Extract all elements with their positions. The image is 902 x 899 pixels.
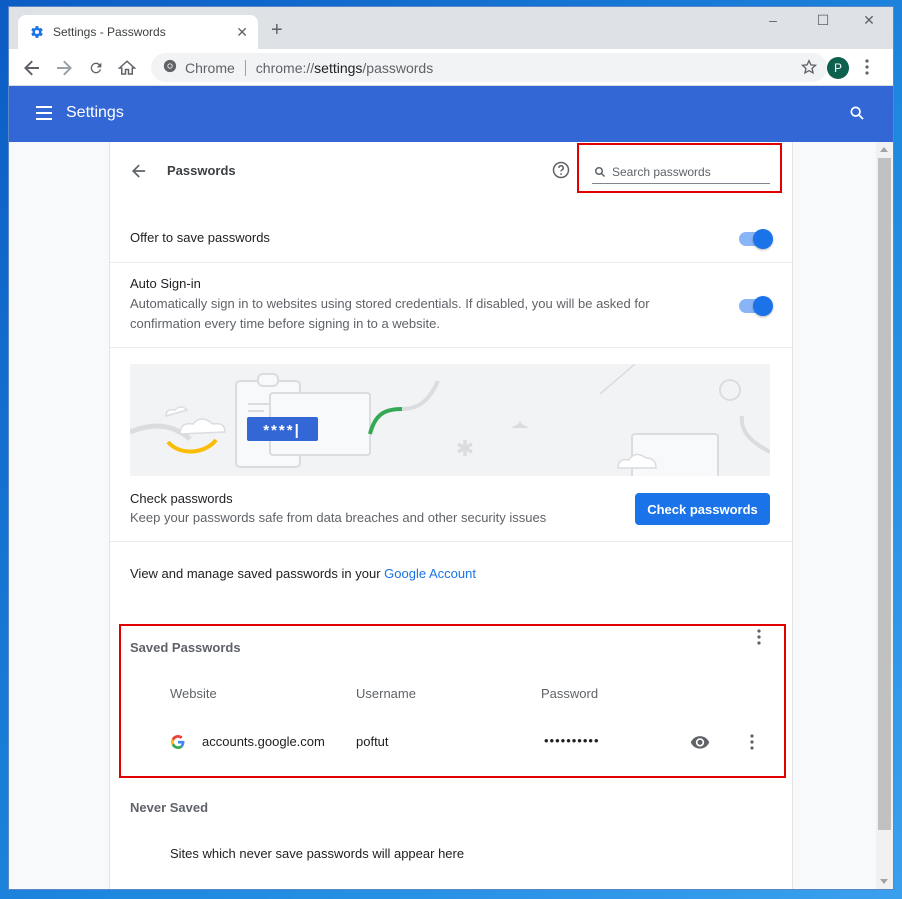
illustration-password-text: ****| xyxy=(263,422,301,439)
tab-settings-passwords[interactable]: Settings - Passwords ✕ xyxy=(18,15,258,49)
browser-window: Settings - Passwords ✕ + – ☐ ✕ Chrome ch… xyxy=(9,7,893,889)
help-icon[interactable] xyxy=(552,161,570,184)
forward-icon[interactable] xyxy=(53,57,75,79)
tab-strip: Settings - Passwords ✕ + – ☐ ✕ xyxy=(9,7,893,49)
tab-close-icon[interactable]: ✕ xyxy=(236,24,248,41)
minimize-icon[interactable]: – xyxy=(763,12,783,28)
settings-search-icon[interactable] xyxy=(849,105,865,126)
scroll-down-arrow-icon[interactable] xyxy=(880,879,888,884)
omnibox-separator xyxy=(244,59,246,76)
svg-text:✱: ✱ xyxy=(456,437,474,462)
settings-header: Settings xyxy=(9,86,893,142)
profile-avatar[interactable]: P xyxy=(827,57,849,79)
auto-signin-desc-1: Automatically sign in to websites using … xyxy=(130,296,650,311)
offer-to-save-toggle[interactable] xyxy=(739,229,773,249)
settings-title: Settings xyxy=(66,104,124,121)
divider xyxy=(110,347,792,348)
toggle-knob xyxy=(753,296,773,316)
home-icon[interactable] xyxy=(116,57,138,79)
chrome-menu-icon[interactable] xyxy=(865,59,869,80)
check-passwords-illustration: ****| ✱ xyxy=(130,364,770,476)
scroll-thumb[interactable] xyxy=(878,158,891,830)
back-icon[interactable] xyxy=(21,57,43,79)
manage-passwords-text: View and manage saved passwords in your … xyxy=(130,566,476,581)
gear-icon xyxy=(30,25,44,39)
chrome-logo-icon xyxy=(163,59,177,76)
bookmark-star-icon[interactable] xyxy=(800,59,818,78)
manage-text: View and manage saved passwords in your xyxy=(130,566,385,581)
search-highlight-box xyxy=(577,143,782,193)
url-text: chrome://settings/passwords xyxy=(256,60,433,76)
url-path: /passwords xyxy=(362,59,434,76)
divider xyxy=(110,262,792,263)
check-passwords-desc: Keep your passwords safe from data breac… xyxy=(130,510,547,525)
browser-toolbar: Chrome chrome://settings/passwords P xyxy=(9,49,893,86)
new-tab-button[interactable]: + xyxy=(271,20,283,40)
scroll-up-arrow-icon[interactable] xyxy=(880,147,888,152)
menu-icon[interactable] xyxy=(36,106,52,120)
toggle-knob xyxy=(753,229,773,249)
never-saved-empty-text: Sites which never save passwords will ap… xyxy=(170,846,465,861)
never-saved-heading: Never Saved xyxy=(130,800,209,815)
auto-signin-label: Auto Sign-in xyxy=(130,276,201,291)
url-host: settings xyxy=(314,59,363,76)
back-arrow-icon[interactable] xyxy=(132,164,146,183)
check-passwords-button[interactable]: Check passwords xyxy=(635,493,770,525)
omnibox-chrome-label: Chrome xyxy=(185,59,235,76)
offer-to-save-label: Offer to save passwords xyxy=(130,230,270,245)
tab-title: Settings - Passwords xyxy=(53,25,166,39)
page-title: Passwords xyxy=(167,163,236,178)
saved-passwords-highlight-box xyxy=(119,624,786,778)
address-bar[interactable]: Chrome chrome://settings/passwords xyxy=(151,53,827,82)
page-scrollbar[interactable] xyxy=(876,142,893,889)
url-prefix: chrome:// xyxy=(255,59,315,76)
auto-signin-desc-2: confirmation every time before signing i… xyxy=(130,316,440,331)
maximize-icon[interactable]: ☐ xyxy=(813,12,833,29)
divider xyxy=(110,541,792,542)
check-passwords-title: Check passwords xyxy=(130,491,233,506)
auto-signin-toggle[interactable] xyxy=(739,296,773,316)
google-account-link[interactable]: Google Account xyxy=(384,566,476,581)
window-close-icon[interactable]: ✕ xyxy=(859,12,879,29)
reload-icon[interactable] xyxy=(85,57,107,79)
